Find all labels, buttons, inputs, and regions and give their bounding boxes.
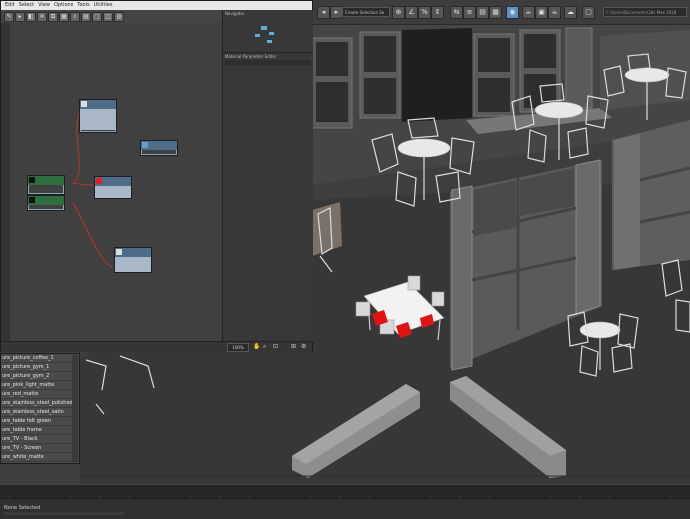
list-item[interactable]: ure_stainless_steel_polished (1, 399, 79, 408)
selection-set-dropdown[interactable]: Create Selection Se (342, 7, 390, 17)
preview-icon[interactable]: ◍ (114, 12, 124, 22)
pick-material-icon[interactable]: ✎ (4, 12, 14, 22)
material-list-scrollbar[interactable] (72, 355, 78, 462)
slate-material-editor: Edit Select View Options Tools Utilities ✎ ▸ … (0, 0, 313, 352)
parameter-editor-panel[interactable]: Material Parameter Editor (222, 52, 313, 342)
menu-tools[interactable]: Tools (77, 2, 89, 8)
project-path-field[interactable]: C:\Users\Documents\3ds Max 2018 (603, 7, 687, 17)
node-material-3[interactable] (94, 176, 132, 199)
select-icon[interactable]: ▢ (92, 12, 102, 22)
zoom-extents-icon[interactable]: ⊡ (273, 343, 278, 350)
list-item[interactable]: ure_picture_gym_1 (1, 363, 79, 372)
list-item[interactable]: ure_TV - Black (1, 435, 79, 444)
menu-edit[interactable]: Edit (5, 2, 15, 8)
make-unique-icon[interactable]: ⧉ (48, 12, 58, 22)
material-list: ure_picture_coffee_1 ure_picture_gym_1 u… (0, 353, 80, 464)
list-item[interactable]: ure_TV - Screen (1, 444, 79, 453)
menu-select[interactable]: Select (19, 2, 34, 8)
zoom-region-icon[interactable]: ⌕ (263, 343, 266, 351)
node-material-1[interactable] (79, 99, 117, 133)
render-frame-icon[interactable]: ▣ (535, 6, 548, 19)
a360-icon[interactable]: ▢ (582, 6, 595, 19)
render-icon[interactable]: ☕ (548, 6, 561, 19)
menu-view[interactable]: View (38, 2, 50, 8)
list-item[interactable]: ure_white_matte (1, 453, 79, 462)
align-icon[interactable]: ≡ (463, 6, 476, 19)
node-material-4[interactable] (114, 247, 152, 273)
percent-snap-icon[interactable]: % (418, 6, 431, 19)
fit-icon[interactable]: ⊞ (291, 343, 296, 350)
show-background-icon[interactable]: ▦ (59, 12, 69, 22)
slate-statusbar: 100% ✋ ⌕ ⊡ ⊞ ⚙ (1, 341, 312, 352)
parameter-header-bar (225, 60, 311, 65)
list-item[interactable]: ure_pink_light_matte (1, 381, 79, 390)
list-item[interactable]: ure_table felt green (1, 417, 79, 426)
parameter-editor-title: Material Parameter Editor (225, 54, 277, 59)
settings-icon[interactable]: ⚙ (301, 343, 306, 350)
render-setup-icon[interactable]: ☕ (522, 6, 535, 19)
list-item[interactable]: ure_picture_coffee_1 (1, 354, 79, 363)
navigator-minimap (255, 26, 274, 43)
assign-material-icon[interactable]: ◧ (26, 12, 36, 22)
pan-icon[interactable]: ✋ (253, 343, 260, 350)
spinner-snap-icon[interactable]: ⇕ (431, 6, 444, 19)
list-item[interactable]: ure_red_matte (1, 390, 79, 399)
list-item[interactable]: ure_stainless_steel_satin (1, 408, 79, 417)
node-bitmap-1[interactable] (27, 175, 65, 195)
slate-menubar: Edit Select View Options Tools Utilities (1, 1, 312, 10)
render-cloud-icon[interactable]: ☁ (564, 6, 577, 19)
layout-icon[interactable]: ▤ (81, 12, 91, 22)
put-to-scene-icon[interactable]: ▸ (15, 12, 25, 22)
selection-status: None Selected (4, 505, 41, 511)
navigator-panel[interactable]: Navigator (222, 10, 313, 52)
node-material-2[interactable] (140, 140, 178, 156)
prompt-line (4, 512, 124, 515)
menu-options[interactable]: Options (54, 2, 73, 8)
timeline[interactable] (0, 484, 690, 499)
list-item[interactable]: ure_table frame (1, 426, 79, 435)
snap-icon[interactable]: ⊕ (392, 6, 405, 19)
hide-icon[interactable]: ◫ (103, 12, 113, 22)
zoom-icon[interactable]: ⌕ (70, 12, 80, 22)
angle-snap-icon[interactable]: ∠ (405, 6, 418, 19)
undo-icon[interactable]: ◂ (317, 6, 330, 19)
menu-utilities[interactable]: Utilities (94, 2, 113, 8)
timeline-ticks (9, 495, 671, 499)
zoom-field[interactable]: 100% (227, 343, 249, 352)
material-editor-icon[interactable]: ◉ (506, 6, 519, 19)
reset-map-icon[interactable]: ✕ (37, 12, 47, 22)
node-bitmap-2[interactable] (27, 195, 65, 211)
ribbon-icon[interactable]: ▦ (489, 6, 502, 19)
list-item[interactable]: ure_picture_gym_2 (1, 372, 79, 381)
mirror-icon[interactable]: ⇆ (450, 6, 463, 19)
status-bar: None Selected (0, 498, 690, 519)
layer-explorer-icon[interactable]: ▤ (476, 6, 489, 19)
node-view[interactable] (10, 23, 221, 341)
